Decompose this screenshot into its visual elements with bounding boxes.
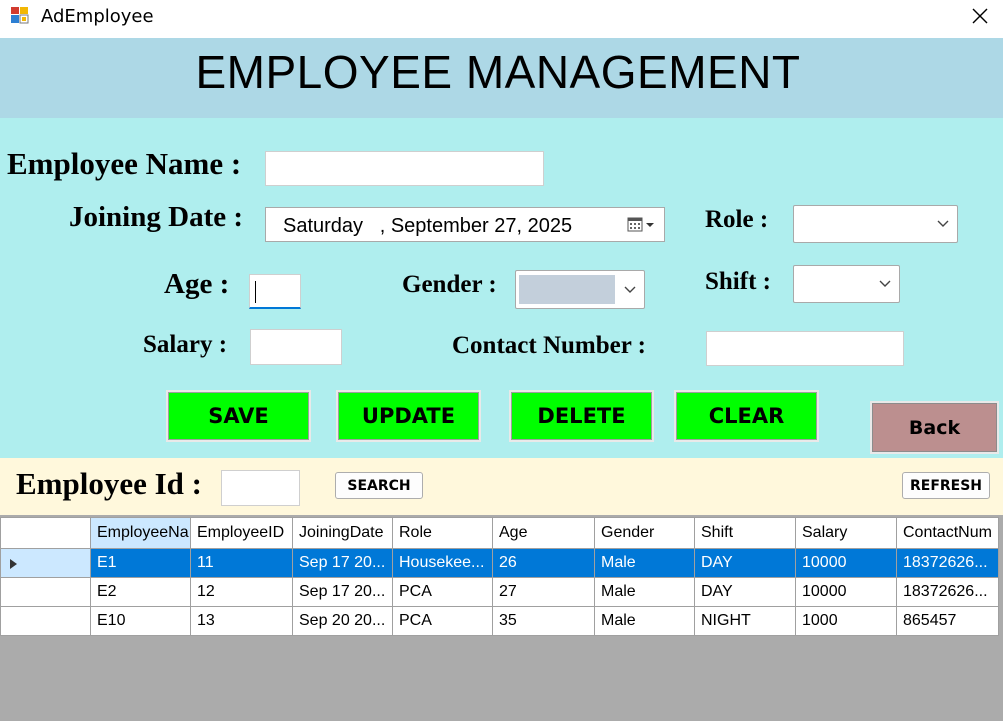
column-header[interactable]: Age: [492, 517, 595, 549]
close-icon: [972, 8, 988, 24]
column-header[interactable]: Salary: [795, 517, 897, 549]
title-bar: AdEmployee: [0, 0, 1003, 38]
table-row[interactable]: E10 13 Sep 20 20... PCA 35 Male NIGHT 10…: [0, 606, 999, 636]
age-input[interactable]: [249, 274, 301, 309]
column-header[interactable]: Gender: [594, 517, 695, 549]
table-row[interactable]: E1 11 Sep 17 20... Housekee... 26 Male D…: [0, 548, 999, 578]
gender-select-highlight: [519, 275, 615, 304]
salary-input[interactable]: [250, 329, 342, 365]
chevron-down-icon: [937, 220, 949, 227]
table-cell[interactable]: 10000: [795, 548, 897, 578]
table-cell[interactable]: Male: [594, 606, 695, 636]
table-cell[interactable]: NIGHT: [694, 606, 796, 636]
employee-id-label: Employee Id :: [16, 466, 202, 501]
table-cell[interactable]: 18372626...: [896, 548, 999, 578]
employee-name-input[interactable]: [265, 151, 544, 186]
grid-header-row: EmployeeNa EmployeeID JoiningDate Role A…: [0, 517, 999, 549]
joining-date-value: Saturday , September 27, 2025: [283, 215, 573, 237]
close-button[interactable]: [957, 0, 1003, 32]
contact-number-input[interactable]: [706, 331, 904, 366]
table-cell[interactable]: 35: [492, 606, 595, 636]
table-cell[interactable]: 27: [492, 577, 595, 607]
employee-name-label: Employee Name :: [7, 146, 242, 181]
column-header[interactable]: JoiningDate: [292, 517, 393, 549]
table-cell[interactable]: E10: [90, 606, 191, 636]
calendar-dropdown-icon[interactable]: [627, 216, 655, 239]
table-cell[interactable]: E2: [90, 577, 191, 607]
row-header[interactable]: [0, 606, 91, 636]
chevron-down-icon: [624, 286, 636, 293]
table-cell[interactable]: E1: [90, 548, 191, 578]
table-cell[interactable]: Sep 17 20...: [292, 548, 393, 578]
update-button[interactable]: UPDATE: [336, 390, 481, 442]
gender-select[interactable]: [515, 270, 645, 309]
refresh-button[interactable]: REFRESH: [902, 472, 990, 499]
search-button[interactable]: SEARCH: [335, 472, 423, 499]
delete-button[interactable]: DELETE: [509, 390, 654, 442]
table-row[interactable]: E2 12 Sep 17 20... PCA 27 Male DAY 10000…: [0, 577, 999, 607]
table-cell[interactable]: Male: [594, 548, 695, 578]
column-header[interactable]: EmployeeID: [190, 517, 293, 549]
table-cell[interactable]: DAY: [694, 577, 796, 607]
joining-date-picker[interactable]: Saturday , September 27, 2025: [265, 207, 665, 242]
app-icon: [10, 6, 30, 26]
table-cell[interactable]: PCA: [392, 577, 493, 607]
table-cell[interactable]: 10000: [795, 577, 897, 607]
table-cell[interactable]: 865457: [896, 606, 999, 636]
column-header[interactable]: ContactNum: [896, 517, 999, 549]
table-cell[interactable]: 11: [190, 548, 293, 578]
table-cell[interactable]: 13: [190, 606, 293, 636]
gender-label: Gender :: [402, 271, 497, 298]
chevron-down-icon: [879, 280, 891, 287]
save-button[interactable]: SAVE: [166, 390, 311, 442]
back-button[interactable]: Back: [870, 401, 999, 454]
page-title: EMPLOYEE MANAGEMENT: [195, 46, 801, 98]
shift-select[interactable]: [793, 265, 900, 303]
table-cell[interactable]: 26: [492, 548, 595, 578]
column-header[interactable]: EmployeeNa: [90, 517, 191, 549]
column-header[interactable]: Shift: [694, 517, 796, 549]
table-cell[interactable]: PCA: [392, 606, 493, 636]
shift-label: Shift :: [705, 268, 771, 295]
table-cell[interactable]: 12: [190, 577, 293, 607]
table-cell[interactable]: 18372626...: [896, 577, 999, 607]
contact-number-label: Contact Number :: [452, 332, 646, 359]
text-cursor: [255, 281, 256, 303]
table-cell[interactable]: Housekee...: [392, 548, 493, 578]
table-cell[interactable]: DAY: [694, 548, 796, 578]
current-row-arrow-icon: [10, 559, 17, 569]
row-header[interactable]: [0, 577, 91, 607]
row-header[interactable]: [0, 548, 91, 578]
column-header[interactable]: Role: [392, 517, 493, 549]
age-label: Age :: [164, 268, 230, 300]
role-label: Role :: [705, 206, 769, 233]
window-title: AdEmployee: [41, 6, 154, 27]
employee-id-input[interactable]: [221, 470, 300, 506]
joining-date-label: Joining Date :: [69, 201, 243, 233]
table-cell[interactable]: Male: [594, 577, 695, 607]
employee-grid[interactable]: EmployeeNa EmployeeID JoiningDate Role A…: [0, 517, 999, 636]
salary-label: Salary :: [143, 331, 228, 358]
role-select[interactable]: [793, 205, 958, 243]
clear-button[interactable]: CLEAR: [674, 390, 819, 442]
grid-corner-header[interactable]: [0, 517, 91, 549]
table-cell[interactable]: Sep 17 20...: [292, 577, 393, 607]
table-cell[interactable]: Sep 20 20...: [292, 606, 393, 636]
table-cell[interactable]: 1000: [795, 606, 897, 636]
